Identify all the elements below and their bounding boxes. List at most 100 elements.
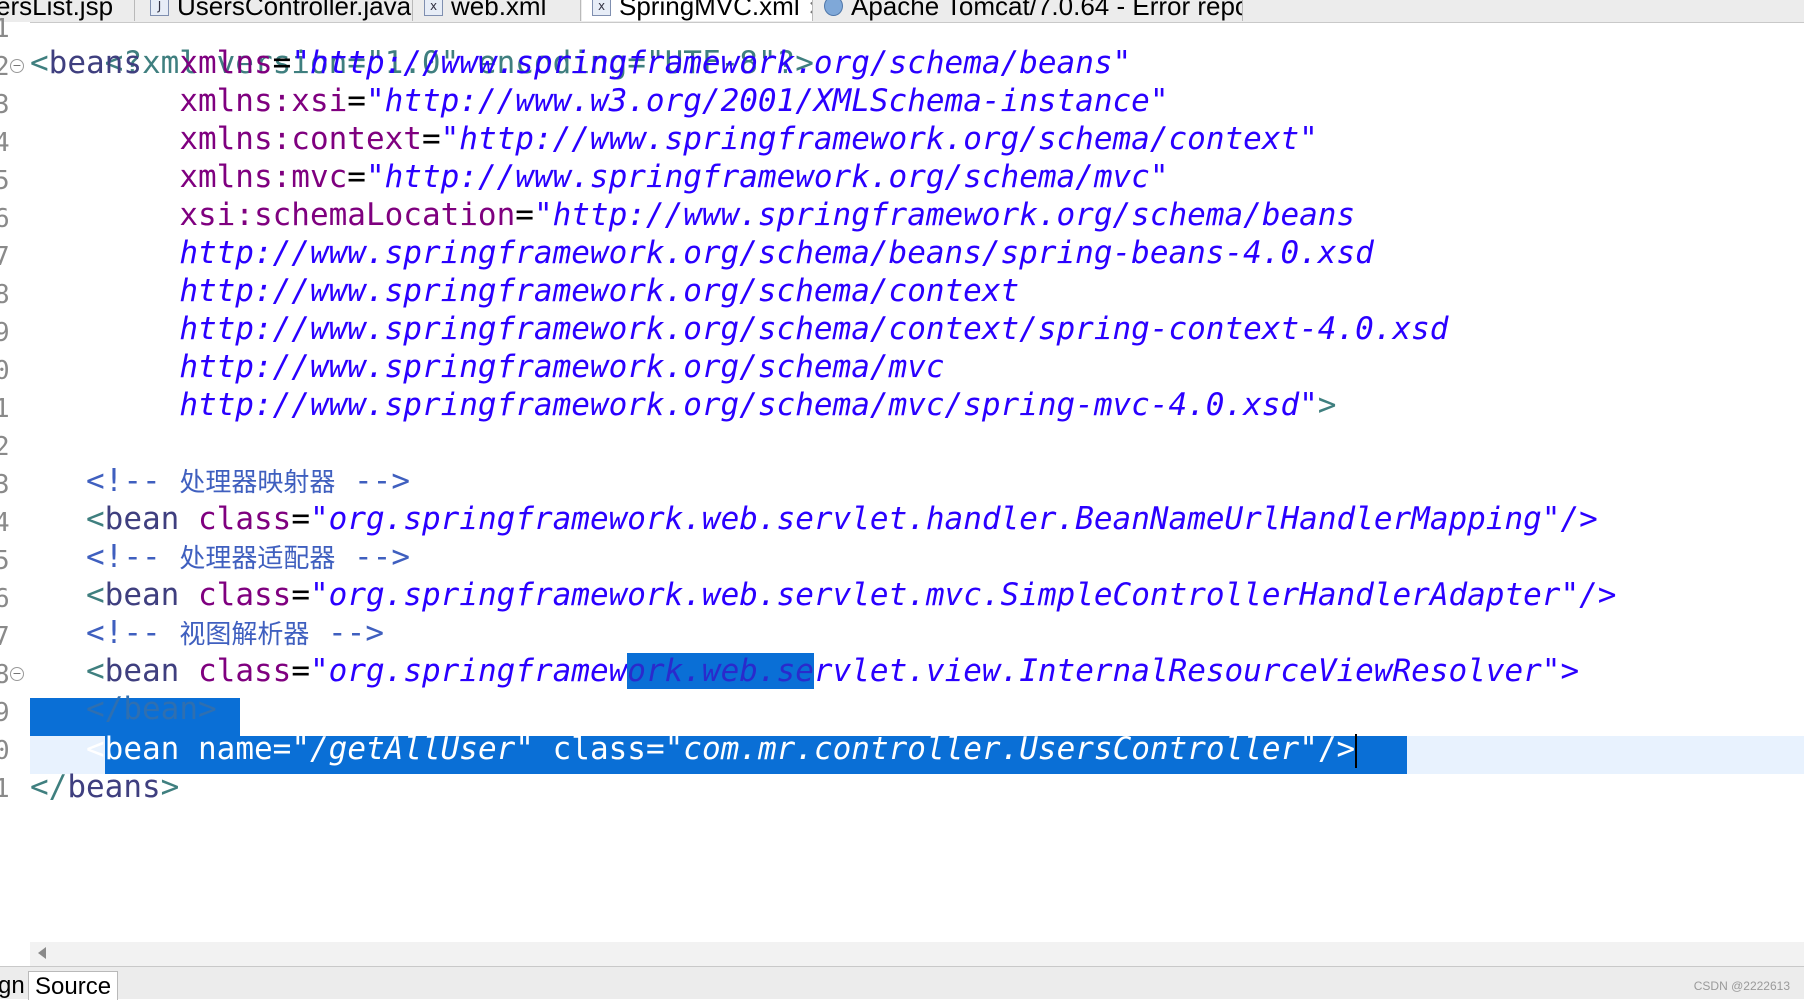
tab-web-xml[interactable]: x web.xml: [414, 0, 581, 21]
code-line-9: http://www.springframework.org/schema/co…: [30, 310, 1448, 348]
attribute-name: name: [198, 731, 273, 767]
attribute-name: class: [198, 653, 292, 689]
attribute-name: xmlns: [179, 45, 273, 81]
tab-label: SpringMVC.xml: [619, 0, 800, 21]
line-number: 4: [0, 508, 10, 538]
line-number: 9: [0, 698, 10, 728]
tag-name: beans: [67, 769, 161, 805]
xml-source-editor[interactable]: <?xml version="1.0" encoding="UTF-8"?> <…: [30, 22, 1804, 942]
equals-sign: =: [272, 731, 292, 767]
attribute-name: xmlns:context: [179, 121, 422, 157]
equals-sign: =: [272, 45, 292, 81]
line-number: 1: [0, 774, 10, 804]
attribute-name: xsi:schemaLocation: [179, 197, 516, 233]
code-line-7: http://www.springframework.org/schema/be…: [30, 234, 1373, 272]
equals-sign: =: [421, 121, 441, 157]
equals-sign: =: [347, 159, 366, 195]
code-line-5: xmlns:mvc="http://www.springframework.or…: [30, 158, 1168, 196]
comment-text: 视图解析器: [179, 620, 310, 650]
code-line-4: xmlns:context="http://www.springframewor…: [30, 120, 1318, 158]
tag-close-bracket: >: [1317, 387, 1337, 423]
tag-open-bracket: <: [86, 653, 105, 689]
tag-name: bean: [104, 731, 180, 767]
code-line-2: <beans xmlns="http://www.springframework…: [30, 44, 1131, 82]
watermark: CSDN @2222613: [1693, 979, 1790, 993]
line-number: 7: [0, 242, 10, 272]
tab-source[interactable]: Source: [28, 971, 119, 1000]
horizontal-scrollbar[interactable]: [30, 942, 1804, 966]
tab-springmvc-xml[interactable]: x SpringMVC.xml ✕: [582, 0, 813, 21]
comment-close: -->: [328, 615, 385, 651]
line-number-gutter: 1 2 − 3 4 5 6 7 8 9 0 1 2 3 4 5 6 7 8 − …: [0, 14, 30, 942]
attribute-name: class: [198, 577, 292, 613]
tab-design[interactable]: gn: [0, 971, 32, 999]
attribute-value: "http://www.w3.org/2001/XMLSchema-instan…: [365, 83, 1169, 119]
line-number: 6: [0, 204, 10, 234]
equals-sign: =: [291, 577, 310, 613]
close-icon[interactable]: ✕: [808, 0, 812, 21]
schema-location-url: http://www.springframework.org/schema/mv…: [179, 349, 945, 385]
code-line-11: http://www.springframework.org/schema/mv…: [30, 386, 1336, 424]
text-caret: [1355, 733, 1358, 768]
line-number: 9: [0, 318, 10, 348]
attribute-name: xmlns:xsi: [179, 83, 348, 119]
tab-userslist-jsp[interactable]: ersList.jsp: [0, 0, 135, 21]
tab-userscontroller-java[interactable]: J UsersController.java: [140, 0, 413, 21]
line-number: 1: [0, 394, 10, 424]
code-line-17: <!-- 视图解析器 -->: [30, 614, 384, 652]
attribute-value: "org.springframework.web.servlet.handler…: [310, 501, 1598, 537]
code-line-3: xmlns:xsi="http://www.w3.org/2001/XMLSch…: [30, 82, 1169, 120]
comment-close: -->: [354, 463, 411, 499]
tag-close-bracket: >: [160, 769, 180, 805]
comment-close: -->: [354, 539, 411, 575]
scroll-left-icon[interactable]: [38, 947, 46, 959]
tag-close-bracket: />: [1317, 731, 1356, 767]
comment-text: 处理器映射器: [179, 468, 336, 498]
attribute-value: "http://www.springframework.org/schema/c…: [440, 121, 1318, 157]
tab-label: web.xml: [451, 0, 547, 21]
tab-tomcat-error-report[interactable]: Apache Tomcat/7.0.64 - Error report: [814, 0, 1243, 21]
tag-name: bean: [104, 501, 180, 537]
xml-file-icon: x: [424, 0, 443, 17]
tag-open-bracket: <: [86, 731, 105, 767]
java-file-icon: J: [150, 0, 169, 17]
tab-label: gn: [0, 972, 25, 999]
tab-label: Apache Tomcat/7.0.64 - Error report: [851, 0, 1243, 21]
comment-open: <!--: [86, 539, 161, 575]
equals-sign: =: [515, 197, 534, 233]
tab-label: ersList.jsp: [0, 0, 114, 21]
attribute-value: "http://www.springframework.org/schema/b…: [533, 197, 1356, 233]
editor-mode-tabs: gn Source CSDN @2222613: [0, 966, 1804, 1000]
tab-label: UsersController.java: [177, 0, 412, 21]
globe-icon: [824, 0, 843, 17]
line-number: 0: [0, 356, 10, 386]
attribute-name: xmlns:mvc: [179, 159, 348, 195]
tab-label: Source: [35, 973, 112, 1000]
fold-collapse-icon[interactable]: −: [10, 667, 24, 681]
line-number: 0: [0, 736, 10, 766]
line-number: 3: [0, 470, 10, 500]
attribute-name: class: [552, 731, 646, 767]
code-line-1: <?xml version="1.0" encoding="UTF-8"?>: [30, 22, 814, 81]
comment-open: <!--: [86, 463, 161, 499]
code-line-10: http://www.springframework.org/schema/mv…: [30, 348, 945, 386]
attribute-value: "http://www.springframework.org/schema/b…: [291, 45, 1132, 81]
tag-name: bean: [104, 653, 180, 689]
tag-open-bracket: <: [86, 577, 105, 613]
attribute-name: class: [198, 501, 292, 537]
schema-location-url: http://www.springframework.org/schema/mv…: [179, 387, 1318, 423]
xml-file-icon: x: [592, 0, 611, 17]
attribute-value: "com.mr.controller.UsersController": [664, 731, 1318, 767]
tag-open-bracket: <: [86, 501, 105, 537]
schema-location-url: http://www.springframework.org/schema/co…: [179, 311, 1449, 347]
code-line-19: </bean>: [30, 690, 217, 728]
code-line-15: <!-- 处理器适配器 -->: [30, 538, 410, 576]
fold-collapse-icon[interactable]: −: [10, 59, 24, 73]
line-number: 2: [0, 432, 10, 462]
code-line-16: <bean class="org.springframework.web.ser…: [30, 576, 1616, 614]
equals-sign: =: [347, 83, 366, 119]
code-line-21: </beans>: [30, 768, 179, 806]
closing-tag: </bean>: [86, 691, 217, 727]
attribute-value: rvlet.view.InternalResourceViewResolver"…: [813, 653, 1580, 689]
code-line-13: <!-- 处理器映射器 -->: [30, 462, 410, 500]
